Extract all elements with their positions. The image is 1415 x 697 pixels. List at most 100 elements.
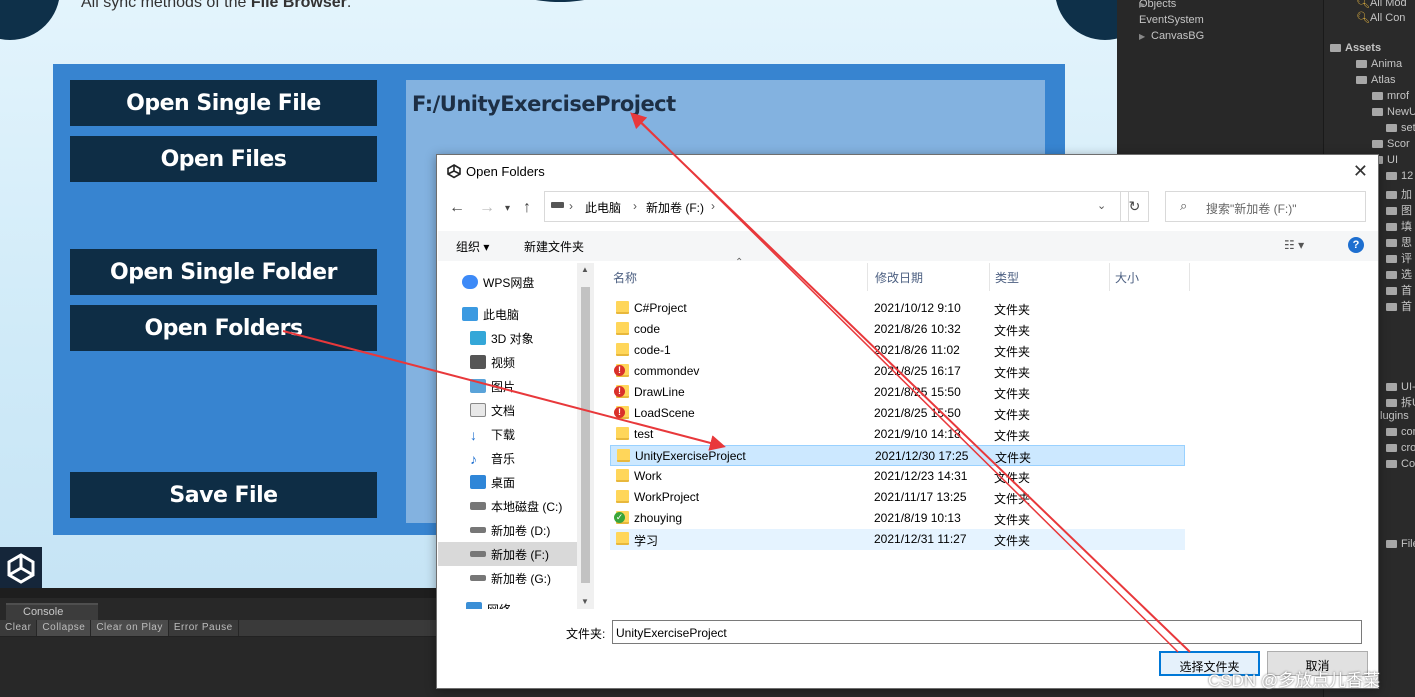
project-folder[interactable]: 拆UI <box>1386 394 1415 410</box>
file-row[interactable]: code 2021/8/26 10:32 文件夹 <box>610 319 1185 340</box>
nav-item-desktop[interactable]: 桌面 <box>438 470 578 494</box>
project-folder[interactable]: Co <box>1386 458 1415 470</box>
project-folder[interactable]: UI-人 <box>1386 378 1415 394</box>
address-dropdown-chevron-icon[interactable]: ⌄ <box>1097 199 1106 212</box>
nav-item-drive-g[interactable]: 新加卷 (G:) <box>438 566 578 590</box>
project-folder[interactable]: 首 <box>1386 298 1412 314</box>
file-row[interactable]: Work 2021/12/23 14:31 文件夹 <box>610 466 1185 487</box>
close-icon[interactable]: ✕ <box>1353 161 1368 182</box>
open-files-button[interactable]: Open Files <box>70 136 377 182</box>
nav-item-drive-f[interactable]: 新加卷 (F:) <box>438 542 578 566</box>
project-folder[interactable]: set <box>1386 122 1415 134</box>
column-header-size[interactable]: 大小 <box>1115 269 1139 286</box>
scroll-down-icon[interactable]: ▼ <box>581 597 589 606</box>
nav-item-documents[interactable]: 文档 <box>438 398 578 422</box>
project-folder[interactable]: NewU <box>1372 106 1415 118</box>
folder-label: 文件夹: <box>566 627 606 641</box>
breadcrumb-this-pc[interactable]: 此电脑 <box>585 199 621 216</box>
nav-item-3d-objects[interactable]: 3D 对象 <box>438 326 578 350</box>
nav-item-network[interactable]: 网络 <box>438 597 578 609</box>
recent-locations-chevron-icon[interactable]: ▾ <box>505 203 510 214</box>
open-single-folder-button[interactable]: Open Single Folder <box>70 249 377 295</box>
open-folders-button[interactable]: Open Folders <box>70 305 377 351</box>
file-row[interactable]: code-1 2021/8/26 11:02 文件夹 <box>610 340 1185 361</box>
project-folder[interactable]: 填 <box>1386 218 1412 234</box>
hierarchy-item[interactable]: CanvasBG <box>1151 30 1204 42</box>
console-collapse-button[interactable]: Collapse <box>37 620 92 636</box>
column-header-date[interactable]: 修改日期 <box>875 269 923 286</box>
file-name: UnityExerciseProject <box>635 449 746 463</box>
folder-icon <box>1386 239 1397 247</box>
help-icon[interactable]: ? <box>1348 237 1364 253</box>
nav-item-drive-c[interactable]: 本地磁盘 (C:) <box>438 494 578 518</box>
open-single-file-button[interactable]: Open Single File <box>70 80 377 126</box>
hierarchy-item[interactable]: EventSystem <box>1139 14 1204 26</box>
folder-name-input[interactable]: UnityExerciseProject <box>612 620 1362 644</box>
new-folder-button[interactable]: 新建文件夹 <box>524 238 584 255</box>
file-row[interactable]: ! commondev 2021/8/25 16:17 文件夹 <box>610 361 1185 382</box>
nav-item-wps-cloud[interactable]: WPS网盘 <box>438 270 578 294</box>
search-filter-item[interactable]: 🔍︎All Mod <box>1356 0 1407 9</box>
expand-arrow-icon[interactable]: ▶ <box>1139 30 1145 41</box>
file-row[interactable]: WorkProject 2021/11/17 13:25 文件夹 <box>610 487 1185 508</box>
column-header-type[interactable]: 类型 <box>995 269 1019 286</box>
file-date: 2021/8/26 11:02 <box>874 343 960 357</box>
console-clear-button[interactable]: Clear <box>0 620 38 636</box>
refresh-icon[interactable]: ↻ <box>1120 191 1149 222</box>
console-tab[interactable]: Console <box>6 603 98 620</box>
project-folder[interactable]: Assets <box>1330 42 1381 54</box>
search-input[interactable]: ⌕ 搜索"新加卷 (F:)" <box>1165 191 1366 222</box>
project-folder[interactable]: comr <box>1386 426 1415 438</box>
nav-item-downloads[interactable]: ↓ 下载 <box>438 422 578 446</box>
up-arrow-icon[interactable]: ↑ <box>523 199 531 217</box>
project-folder[interactable]: File <box>1386 538 1415 550</box>
decorative-circle-left <box>0 0 60 40</box>
project-folder[interactable]: 图 <box>1386 202 1412 218</box>
save-file-button[interactable]: Save File <box>70 472 377 518</box>
project-folder[interactable]: mrof <box>1372 90 1409 102</box>
organize-menu[interactable]: 组织 ▾ <box>456 238 489 255</box>
file-date: 2021/12/23 14:31 <box>874 469 968 483</box>
console-clear-on-play-button[interactable]: Clear on Play <box>91 620 169 636</box>
project-folder[interactable]: Atlas <box>1356 74 1395 86</box>
project-folder[interactable]: 思 <box>1386 234 1412 250</box>
nav-item-drive-d[interactable]: 新加卷 (D:) <box>438 518 578 542</box>
nav-item-music[interactable]: ♪ 音乐 <box>438 446 578 470</box>
project-folder[interactable]: cross <box>1386 442 1415 454</box>
project-folder[interactable]: 评 <box>1386 250 1412 266</box>
project-folder[interactable]: Anima <box>1356 58 1402 70</box>
folder-icon <box>616 490 629 503</box>
project-folder[interactable]: 首 <box>1386 282 1412 298</box>
view-options-icon[interactable]: ☷ ▾ <box>1284 238 1304 252</box>
back-arrow-icon[interactable]: ← <box>449 199 465 217</box>
file-row[interactable]: UnityExerciseProject 2021/12/30 17:25 文件夹 <box>610 445 1185 466</box>
expand-arrow-icon[interactable]: ▶ <box>1139 0 1145 9</box>
project-folder[interactable]: 加 <box>1386 186 1412 202</box>
file-date: 2021/12/30 17:25 <box>875 449 969 463</box>
file-date: 2021/8/25 15:50 <box>874 406 961 420</box>
forward-arrow-icon[interactable]: → <box>479 199 495 217</box>
folder-icon <box>1372 108 1383 116</box>
file-row[interactable]: 学习 2021/12/31 11:27 文件夹 <box>610 529 1185 550</box>
column-header-name[interactable]: 名称 <box>613 269 637 286</box>
project-folder[interactable]: 选 <box>1386 266 1412 282</box>
project-folder[interactable]: Scor <box>1372 138 1410 150</box>
console-error-pause-button[interactable]: Error Pause <box>169 620 239 636</box>
address-bar[interactable]: › 此电脑 › 新加卷 (F:) › ⌄ <box>544 191 1129 222</box>
file-row[interactable]: ! DrawLine 2021/8/25 15:50 文件夹 <box>610 382 1185 403</box>
file-type: 文件夹 <box>994 534 1031 548</box>
breadcrumb-drive-f[interactable]: 新加卷 (F:) <box>646 199 704 216</box>
nav-item-videos[interactable]: 视频 <box>438 350 578 374</box>
scroll-up-icon[interactable]: ▲ <box>581 265 589 274</box>
nav-scrollbar-thumb[interactable] <box>581 287 590 583</box>
file-row[interactable]: ✓ zhouying 2021/8/19 10:13 文件夹 <box>610 508 1185 529</box>
project-folder[interactable]: 12 <box>1386 170 1413 182</box>
search-filter-item[interactable]: 🔍︎All Con <box>1356 11 1405 24</box>
file-row[interactable]: C#Project 2021/10/12 9:10 文件夹 <box>610 298 1185 319</box>
file-row[interactable]: test 2021/9/10 14:18 文件夹 <box>610 424 1185 445</box>
nav-item-pictures[interactable]: 图片 <box>438 374 578 398</box>
project-folder[interactable]: lugins <box>1380 410 1409 422</box>
file-row[interactable]: ! LoadScene 2021/8/25 15:50 文件夹 <box>610 403 1185 424</box>
nav-item-this-pc[interactable]: 此电脑 <box>438 302 578 326</box>
file-date: 2021/8/25 16:17 <box>874 364 961 378</box>
